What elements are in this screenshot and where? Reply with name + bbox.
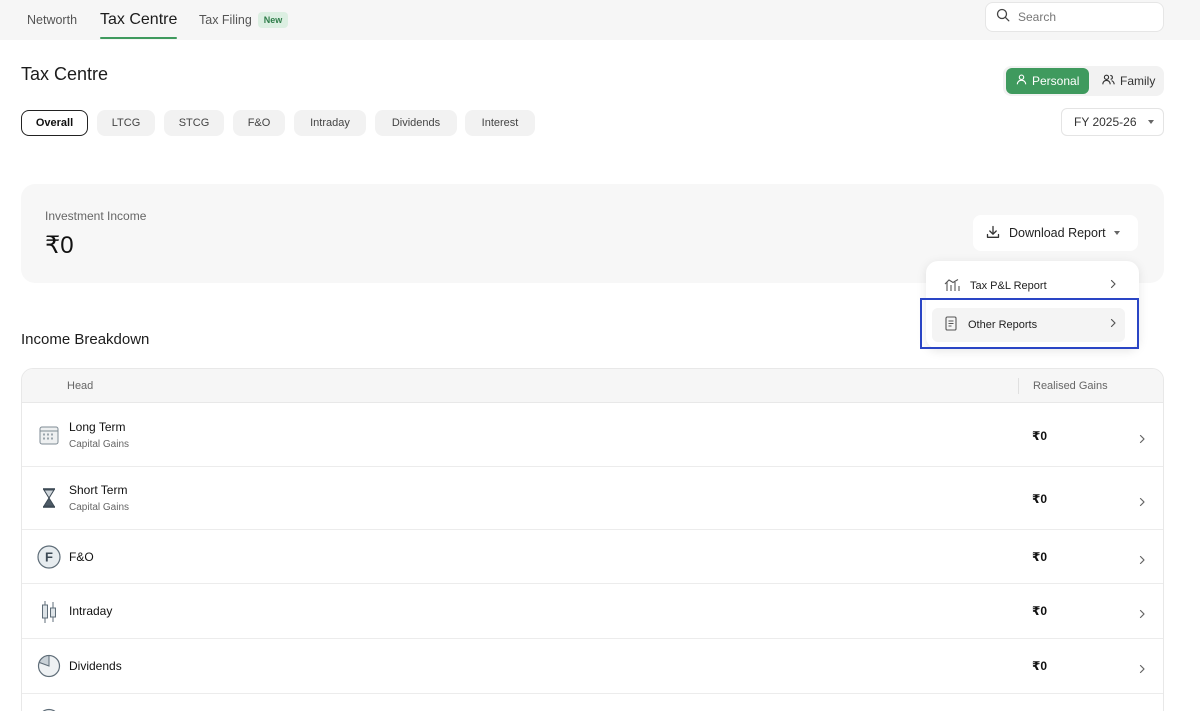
chevron-right-icon bbox=[1138, 606, 1146, 624]
download-report-label: Download Report bbox=[1009, 226, 1106, 240]
filter-fo[interactable]: F&O bbox=[233, 110, 285, 136]
table-row-short-term[interactable]: Short Term Capital Gains ₹0 bbox=[22, 467, 1163, 530]
row-realised-gains: ₹0 bbox=[1032, 604, 1048, 618]
row-head-name: F&O bbox=[69, 550, 94, 564]
family-label: Family bbox=[1120, 74, 1156, 88]
chevron-right-icon bbox=[1138, 494, 1146, 512]
candlestick-icon bbox=[37, 600, 61, 624]
page-title: Tax Centre bbox=[21, 64, 109, 84]
investment-income-value: ₹0 bbox=[45, 232, 74, 259]
nav-tab-networth[interactable]: Networth bbox=[27, 0, 77, 40]
row-realised-gains: ₹0 bbox=[1032, 550, 1048, 564]
chevron-right-icon bbox=[1138, 552, 1146, 570]
svg-text:F: F bbox=[45, 550, 53, 565]
column-header-head: Head bbox=[67, 380, 94, 392]
income-breakdown-title: Income Breakdown bbox=[21, 331, 150, 348]
nav-tab-label: Tax Filing bbox=[199, 13, 252, 27]
filter-overall[interactable]: Overall bbox=[21, 110, 88, 136]
table-header: Head Realised Gains bbox=[22, 369, 1163, 403]
nav-tab-tax-centre[interactable]: Tax Centre bbox=[100, 0, 178, 40]
menu-item-tax-pl-report[interactable]: Tax P&L Report bbox=[932, 269, 1125, 303]
caret-down-icon bbox=[1147, 120, 1154, 124]
nav-tab-label: Networth bbox=[27, 13, 78, 27]
chevron-right-icon bbox=[1109, 279, 1117, 292]
family-toggle-button[interactable]: Family bbox=[1092, 68, 1165, 94]
chevron-right-icon bbox=[1138, 661, 1146, 679]
investment-income-label: Investment Income bbox=[45, 209, 147, 223]
row-head-sub: Capital Gains bbox=[69, 502, 130, 513]
row-realised-gains: ₹0 bbox=[1032, 429, 1048, 443]
row-realised-gains: ₹0 bbox=[1032, 659, 1048, 673]
filter-intraday[interactable]: Intraday bbox=[294, 110, 366, 136]
fy-select-value: FY 2025-26 bbox=[1074, 115, 1137, 129]
search-box[interactable] bbox=[985, 2, 1164, 32]
menu-item-label: Other Reports bbox=[968, 319, 1038, 331]
menu-item-label: Tax P&L Report bbox=[970, 280, 1047, 292]
users-icon bbox=[1102, 74, 1120, 88]
caret-down-icon bbox=[1113, 231, 1120, 235]
table-row-intraday[interactable]: Intraday ₹0 bbox=[22, 584, 1163, 639]
search-icon bbox=[996, 8, 1010, 27]
row-head-name: Short Term bbox=[69, 483, 128, 497]
hourglass-icon bbox=[37, 486, 61, 510]
chevron-right-icon bbox=[1109, 318, 1117, 331]
row-head-name: Long Term bbox=[69, 420, 126, 434]
table-row-long-term[interactable]: Long Term Capital Gains ₹0 bbox=[22, 404, 1163, 467]
row-head-sub: Capital Gains bbox=[69, 439, 130, 450]
table-row-dividends[interactable]: Dividends ₹0 bbox=[22, 639, 1163, 694]
table-row-fo[interactable]: F F&O ₹0 bbox=[22, 530, 1163, 584]
tax-chart-icon bbox=[944, 278, 960, 295]
nav-tab-label: Tax Centre bbox=[100, 11, 178, 28]
fy-select[interactable]: FY 2025-26 bbox=[1061, 108, 1164, 136]
filter-ltcg[interactable]: LTCG bbox=[97, 110, 155, 136]
download-report-menu: Tax P&L Report Other Reports bbox=[926, 261, 1139, 349]
search-input[interactable] bbox=[1018, 10, 1148, 24]
download-report-button[interactable]: Download Report bbox=[973, 215, 1138, 251]
chevron-right-icon bbox=[1138, 431, 1146, 449]
personal-toggle-button[interactable]: Personal bbox=[1006, 68, 1090, 94]
scope-toggle: Personal Family bbox=[1003, 66, 1164, 96]
pie-chart-icon bbox=[37, 654, 61, 678]
download-icon bbox=[986, 225, 1000, 242]
column-header-realised-gains: Realised Gains bbox=[1033, 380, 1108, 392]
row-head-name: Intraday bbox=[69, 604, 113, 618]
top-nav-bar: Networth Tax Centre Tax Filing New bbox=[0, 0, 1200, 40]
new-badge: New bbox=[257, 12, 289, 28]
nav-tab-tax-filing[interactable]: Tax Filing New bbox=[199, 0, 289, 40]
user-icon bbox=[1016, 74, 1032, 88]
filter-interest[interactable]: Interest bbox=[465, 110, 535, 136]
column-divider bbox=[1018, 378, 1019, 394]
row-head-name: Dividends bbox=[69, 659, 122, 673]
calendar-icon bbox=[37, 423, 61, 447]
document-icon bbox=[944, 316, 958, 334]
filter-stcg[interactable]: STCG bbox=[164, 110, 224, 136]
income-breakdown-table: Head Realised Gains Long Term Capital Ga… bbox=[21, 368, 1164, 711]
table-row[interactable] bbox=[22, 694, 1163, 711]
menu-item-other-reports[interactable]: Other Reports bbox=[932, 308, 1125, 342]
fo-letter-icon: F bbox=[37, 545, 61, 569]
row-realised-gains: ₹0 bbox=[1032, 492, 1048, 506]
personal-label: Personal bbox=[1032, 74, 1080, 88]
filter-dividends[interactable]: Dividends bbox=[375, 110, 457, 136]
